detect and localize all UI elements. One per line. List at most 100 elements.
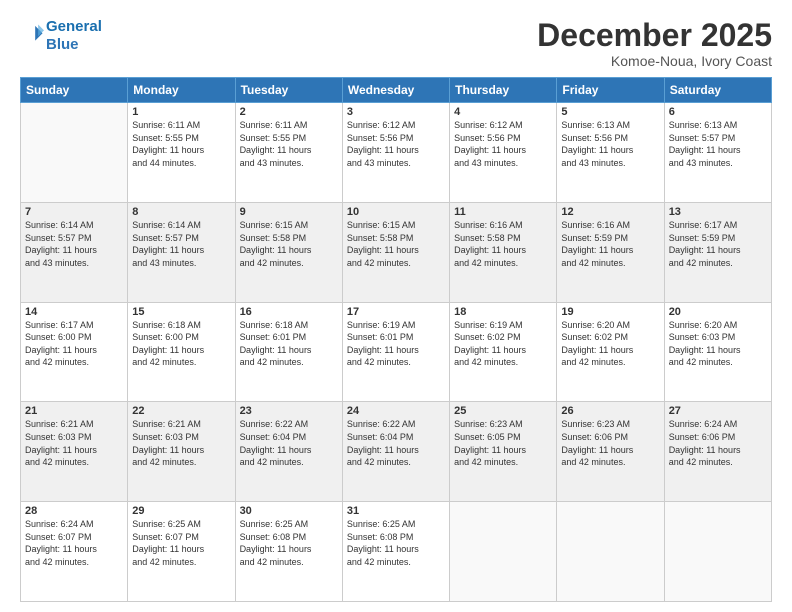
calendar-header-saturday: Saturday — [664, 78, 771, 103]
day-number: 17 — [347, 306, 445, 318]
day-number: 20 — [669, 306, 767, 318]
day-number: 4 — [454, 106, 552, 118]
day-number: 23 — [240, 405, 338, 417]
day-info: Sunrise: 6:25 AM Sunset: 6:07 PM Dayligh… — [132, 518, 230, 568]
calendar-cell: 9Sunrise: 6:15 AM Sunset: 5:58 PM Daylig… — [235, 202, 342, 302]
calendar-cell: 25Sunrise: 6:23 AM Sunset: 6:05 PM Dayli… — [450, 402, 557, 502]
day-info: Sunrise: 6:22 AM Sunset: 6:04 PM Dayligh… — [347, 418, 445, 468]
calendar-cell: 23Sunrise: 6:22 AM Sunset: 6:04 PM Dayli… — [235, 402, 342, 502]
day-number: 26 — [561, 405, 659, 417]
calendar-cell: 12Sunrise: 6:16 AM Sunset: 5:59 PM Dayli… — [557, 202, 664, 302]
calendar-header-thursday: Thursday — [450, 78, 557, 103]
calendar-cell — [557, 502, 664, 602]
calendar-cell: 17Sunrise: 6:19 AM Sunset: 6:01 PM Dayli… — [342, 302, 449, 402]
calendar-cell — [664, 502, 771, 602]
day-number: 6 — [669, 106, 767, 118]
day-number: 28 — [25, 505, 123, 517]
calendar-cell: 18Sunrise: 6:19 AM Sunset: 6:02 PM Dayli… — [450, 302, 557, 402]
page: General Blue December 2025 Komoe-Noua, I… — [0, 0, 792, 612]
logo-line2: Blue — [46, 36, 79, 53]
calendar-cell: 4Sunrise: 6:12 AM Sunset: 5:56 PM Daylig… — [450, 103, 557, 203]
day-number: 19 — [561, 306, 659, 318]
calendar-cell: 31Sunrise: 6:25 AM Sunset: 6:08 PM Dayli… — [342, 502, 449, 602]
calendar-cell: 29Sunrise: 6:25 AM Sunset: 6:07 PM Dayli… — [128, 502, 235, 602]
calendar-cell: 6Sunrise: 6:13 AM Sunset: 5:57 PM Daylig… — [664, 103, 771, 203]
day-info: Sunrise: 6:14 AM Sunset: 5:57 PM Dayligh… — [25, 219, 123, 269]
day-info: Sunrise: 6:16 AM Sunset: 5:59 PM Dayligh… — [561, 219, 659, 269]
calendar-week-row: 7Sunrise: 6:14 AM Sunset: 5:57 PM Daylig… — [21, 202, 772, 302]
day-info: Sunrise: 6:15 AM Sunset: 5:58 PM Dayligh… — [347, 219, 445, 269]
day-number: 14 — [25, 306, 123, 318]
calendar-cell: 28Sunrise: 6:24 AM Sunset: 6:07 PM Dayli… — [21, 502, 128, 602]
calendar-cell: 14Sunrise: 6:17 AM Sunset: 6:00 PM Dayli… — [21, 302, 128, 402]
calendar-cell: 10Sunrise: 6:15 AM Sunset: 5:58 PM Dayli… — [342, 202, 449, 302]
day-info: Sunrise: 6:16 AM Sunset: 5:58 PM Dayligh… — [454, 219, 552, 269]
day-number: 21 — [25, 405, 123, 417]
day-info: Sunrise: 6:21 AM Sunset: 6:03 PM Dayligh… — [132, 418, 230, 468]
day-number: 25 — [454, 405, 552, 417]
day-number: 3 — [347, 106, 445, 118]
day-info: Sunrise: 6:23 AM Sunset: 6:05 PM Dayligh… — [454, 418, 552, 468]
calendar-cell: 11Sunrise: 6:16 AM Sunset: 5:58 PM Dayli… — [450, 202, 557, 302]
day-number: 13 — [669, 206, 767, 218]
day-number: 9 — [240, 206, 338, 218]
calendar-cell: 22Sunrise: 6:21 AM Sunset: 6:03 PM Dayli… — [128, 402, 235, 502]
calendar-header-sunday: Sunday — [21, 78, 128, 103]
day-info: Sunrise: 6:21 AM Sunset: 6:03 PM Dayligh… — [25, 418, 123, 468]
calendar-cell: 3Sunrise: 6:12 AM Sunset: 5:56 PM Daylig… — [342, 103, 449, 203]
day-number: 31 — [347, 505, 445, 517]
calendar-cell: 16Sunrise: 6:18 AM Sunset: 6:01 PM Dayli… — [235, 302, 342, 402]
calendar-week-row: 1Sunrise: 6:11 AM Sunset: 5:55 PM Daylig… — [21, 103, 772, 203]
day-number: 12 — [561, 206, 659, 218]
day-info: Sunrise: 6:24 AM Sunset: 6:07 PM Dayligh… — [25, 518, 123, 568]
calendar-cell: 21Sunrise: 6:21 AM Sunset: 6:03 PM Dayli… — [21, 402, 128, 502]
day-info: Sunrise: 6:23 AM Sunset: 6:06 PM Dayligh… — [561, 418, 659, 468]
calendar-cell: 19Sunrise: 6:20 AM Sunset: 6:02 PM Dayli… — [557, 302, 664, 402]
day-info: Sunrise: 6:25 AM Sunset: 6:08 PM Dayligh… — [347, 518, 445, 568]
day-number: 15 — [132, 306, 230, 318]
calendar-table: SundayMondayTuesdayWednesdayThursdayFrid… — [20, 77, 772, 602]
day-number: 11 — [454, 206, 552, 218]
calendar-header-friday: Friday — [557, 78, 664, 103]
calendar-week-row: 14Sunrise: 6:17 AM Sunset: 6:00 PM Dayli… — [21, 302, 772, 402]
logo-icon — [22, 23, 44, 45]
day-info: Sunrise: 6:14 AM Sunset: 5:57 PM Dayligh… — [132, 219, 230, 269]
calendar-cell: 8Sunrise: 6:14 AM Sunset: 5:57 PM Daylig… — [128, 202, 235, 302]
calendar-header-row: SundayMondayTuesdayWednesdayThursdayFrid… — [21, 78, 772, 103]
day-info: Sunrise: 6:13 AM Sunset: 5:56 PM Dayligh… — [561, 119, 659, 169]
day-number: 18 — [454, 306, 552, 318]
title-block: December 2025 Komoe-Noua, Ivory Coast — [537, 18, 772, 69]
calendar-cell: 24Sunrise: 6:22 AM Sunset: 6:04 PM Dayli… — [342, 402, 449, 502]
day-info: Sunrise: 6:13 AM Sunset: 5:57 PM Dayligh… — [669, 119, 767, 169]
day-number: 2 — [240, 106, 338, 118]
day-number: 29 — [132, 505, 230, 517]
calendar-cell — [21, 103, 128, 203]
day-info: Sunrise: 6:24 AM Sunset: 6:06 PM Dayligh… — [669, 418, 767, 468]
day-info: Sunrise: 6:18 AM Sunset: 6:01 PM Dayligh… — [240, 319, 338, 369]
day-number: 1 — [132, 106, 230, 118]
day-number: 8 — [132, 206, 230, 218]
day-info: Sunrise: 6:20 AM Sunset: 6:02 PM Dayligh… — [561, 319, 659, 369]
day-info: Sunrise: 6:25 AM Sunset: 6:08 PM Dayligh… — [240, 518, 338, 568]
day-info: Sunrise: 6:11 AM Sunset: 5:55 PM Dayligh… — [132, 119, 230, 169]
logo-line1: General — [46, 18, 102, 35]
calendar-cell: 20Sunrise: 6:20 AM Sunset: 6:03 PM Dayli… — [664, 302, 771, 402]
day-number: 16 — [240, 306, 338, 318]
calendar-cell: 2Sunrise: 6:11 AM Sunset: 5:55 PM Daylig… — [235, 103, 342, 203]
day-info: Sunrise: 6:18 AM Sunset: 6:00 PM Dayligh… — [132, 319, 230, 369]
day-info: Sunrise: 6:17 AM Sunset: 5:59 PM Dayligh… — [669, 219, 767, 269]
calendar-cell: 7Sunrise: 6:14 AM Sunset: 5:57 PM Daylig… — [21, 202, 128, 302]
calendar-cell — [450, 502, 557, 602]
calendar-header-monday: Monday — [128, 78, 235, 103]
logo-text: General Blue — [46, 18, 102, 54]
month-title: December 2025 — [537, 18, 772, 53]
calendar-header-wednesday: Wednesday — [342, 78, 449, 103]
calendar-cell: 15Sunrise: 6:18 AM Sunset: 6:00 PM Dayli… — [128, 302, 235, 402]
logo: General Blue — [20, 18, 102, 54]
calendar-week-row: 28Sunrise: 6:24 AM Sunset: 6:07 PM Dayli… — [21, 502, 772, 602]
calendar-cell: 13Sunrise: 6:17 AM Sunset: 5:59 PM Dayli… — [664, 202, 771, 302]
calendar-cell: 26Sunrise: 6:23 AM Sunset: 6:06 PM Dayli… — [557, 402, 664, 502]
day-number: 5 — [561, 106, 659, 118]
day-number: 27 — [669, 405, 767, 417]
day-info: Sunrise: 6:19 AM Sunset: 6:02 PM Dayligh… — [454, 319, 552, 369]
